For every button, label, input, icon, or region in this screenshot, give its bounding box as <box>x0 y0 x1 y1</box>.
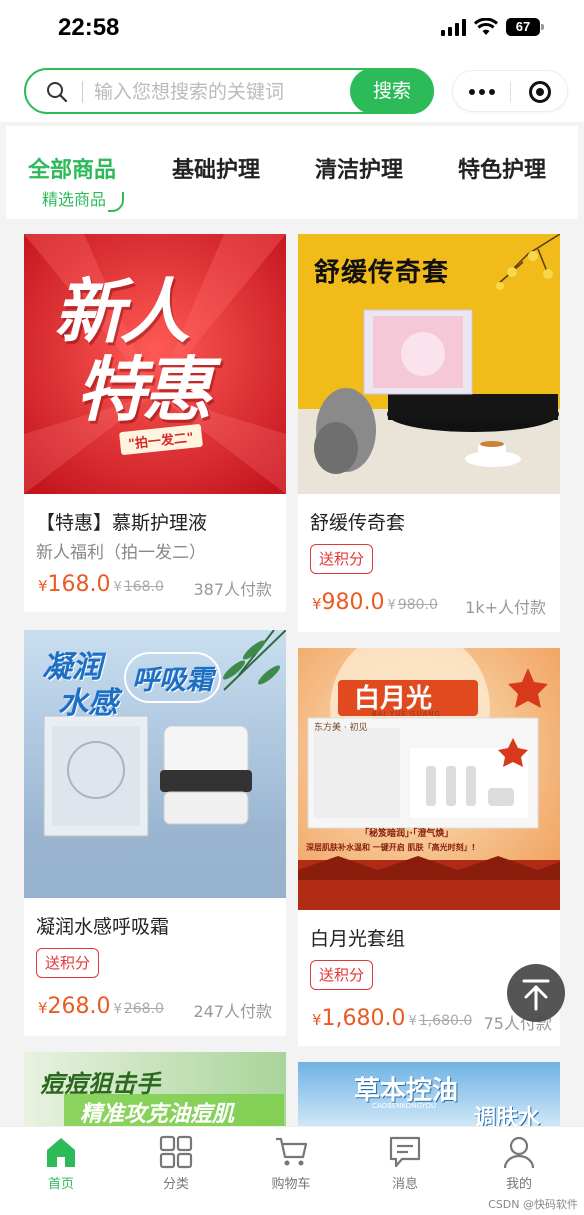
wifi-icon <box>474 18 498 35</box>
image-headline: 痘痘狙击手 <box>40 1070 160 1098</box>
product-card[interactable]: 新人 特惠 "拍一发二" 【特惠】慕斯护理液 新人福利（拍一发二） ¥168.0… <box>24 234 286 612</box>
mini-program-capsule <box>452 70 568 112</box>
signal-icon <box>441 18 466 36</box>
search-divider <box>82 81 83 103</box>
status-icons: 67 <box>441 18 544 36</box>
grid-icon <box>159 1135 193 1169</box>
category-tabs: 全部商品 基础护理 清洁护理 特色护理 精选商品 <box>6 126 578 219</box>
product-price: 168.0 <box>47 572 111 597</box>
product-image: 新人 特惠 "拍一发二" <box>24 234 286 494</box>
product-image: 草本控油 CAOBENKONGYOU 调肤水 <box>298 1062 560 1126</box>
product-image: 白月光 BAI YUE GUANG 东方美 · 初见 「秘笈暗润」·「澄气焕」 … <box>298 648 560 910</box>
product-name: 白月光套组 <box>310 928 406 950</box>
image-tagline: 东方美 · 初见 <box>314 723 368 733</box>
product-price: 268.0 <box>47 994 111 1019</box>
tab-cleansing-care[interactable]: 清洁护理 <box>315 152 403 184</box>
tabbar-label: 分类 <box>162 1177 189 1192</box>
tab-special-care[interactable]: 特色护理 <box>458 152 546 184</box>
home-icon <box>47 1138 75 1167</box>
price-row: ¥980.0 ¥980.0 <box>312 590 438 615</box>
battery-icon: 67 <box>506 18 544 36</box>
tabbar-label: 消息 <box>391 1177 418 1192</box>
product-subtitle: 新人福利（拍一发二） <box>36 543 206 563</box>
product-old-price: 268.0 <box>123 1001 164 1017</box>
cart-icon <box>276 1137 308 1166</box>
tabbar-item-profile[interactable]: 我的 <box>474 1133 564 1193</box>
image-banner: 「秘笈暗润」·「澄气焕」 <box>360 829 454 839</box>
image-caption: 深层肌肤补水温和 一键开启 肌肤「高光时刻」! <box>306 843 476 852</box>
old-price-symbol: ¥ <box>387 598 396 613</box>
price-symbol: ¥ <box>38 999 48 1017</box>
status-bar: 22:58 67 <box>0 0 584 60</box>
product-card[interactable]: 痘痘狙击手 精准攻克油痘肌 <box>24 1052 286 1126</box>
product-image: 痘痘狙击手 精准攻克油痘肌 <box>24 1052 286 1126</box>
product-old-price: 1,680.0 <box>418 1013 473 1029</box>
search-box[interactable]: 搜索 <box>24 68 434 114</box>
product-image: 舒缓传奇套 <box>298 234 560 494</box>
more-icon[interactable] <box>469 89 495 95</box>
image-headline-2: 调肤水 <box>474 1106 541 1126</box>
image-subtitle: BAI YUE GUANG <box>372 710 441 718</box>
old-price-symbol: ¥ <box>408 1014 417 1029</box>
sold-count: 1k+人付款 <box>465 598 546 617</box>
product-price: 980.0 <box>321 590 385 615</box>
product-old-price: 980.0 <box>397 597 438 613</box>
points-tag: 送积分 <box>310 544 374 574</box>
product-image: 凝润 水感 呼吸霜 <box>24 630 286 898</box>
product-old-price: 168.0 <box>123 579 164 595</box>
price-symbol: ¥ <box>312 595 322 613</box>
tabbar-item-cart[interactable]: 购物车 <box>246 1133 336 1193</box>
image-headline-2: 精准攻克油痘肌 <box>80 1102 235 1126</box>
image-headline-2: 特惠 <box>76 349 212 431</box>
close-target-icon[interactable] <box>529 81 551 103</box>
product-card[interactable]: 草本控油 CAOBENKONGYOU 调肤水 <box>298 1062 560 1126</box>
user-icon <box>503 1136 535 1169</box>
old-price-symbol: ¥ <box>113 580 122 595</box>
product-card[interactable]: 凝润 水感 呼吸霜 凝润水感呼吸霜 送积分 ¥268.0 ¥268.0 247人付… <box>24 630 286 1036</box>
search-bar: 搜索 <box>0 60 584 122</box>
tabbar-label: 首页 <box>47 1177 74 1192</box>
product-name: 舒缓传奇套 <box>310 512 406 534</box>
image-headline-2: 水感 <box>58 686 118 721</box>
tab-all-products[interactable]: 全部商品 <box>28 152 116 184</box>
product-name: 凝润水感呼吸霜 <box>36 916 170 938</box>
tabbar-item-home[interactable]: 首页 <box>16 1133 106 1193</box>
sold-count: 387人付款 <box>193 580 272 599</box>
tabbar-label: 我的 <box>505 1177 532 1192</box>
points-tag: 送积分 <box>36 948 100 978</box>
search-button[interactable]: 搜索 <box>350 68 434 114</box>
arrow-up-icon <box>522 979 550 1011</box>
image-headline-3: 呼吸霜 <box>124 652 221 703</box>
points-tag: 送积分 <box>310 960 374 990</box>
tabbar-item-messages[interactable]: 消息 <box>360 1133 450 1193</box>
old-price-symbol: ¥ <box>113 1002 122 1017</box>
back-to-top-button[interactable] <box>507 964 565 1022</box>
tab-indicator <box>108 192 124 212</box>
status-time: 22:58 <box>58 14 120 41</box>
price-row: ¥168.0 ¥168.0 <box>38 572 164 597</box>
search-input[interactable] <box>94 79 344 105</box>
tab-basic-care[interactable]: 基础护理 <box>172 152 260 184</box>
product-name: 【特惠】慕斯护理液 <box>36 512 208 534</box>
price-row: ¥1,680.0 ¥1,680.0 <box>312 1006 472 1031</box>
search-icon <box>47 82 68 103</box>
price-row: ¥268.0 ¥268.0 <box>38 994 164 1019</box>
tabbar-label: 购物车 <box>271 1177 311 1192</box>
tabbar-item-category[interactable]: 分类 <box>131 1133 221 1193</box>
sold-count: 247人付款 <box>193 1002 272 1021</box>
price-symbol: ¥ <box>38 577 48 595</box>
image-subtitle: CAOBENKONGYOU <box>372 1102 437 1110</box>
active-tab-subtitle: 精选商品 <box>42 190 107 209</box>
price-symbol: ¥ <box>312 1011 322 1029</box>
product-card[interactable]: 舒缓传奇套 舒缓传奇套 送积分 ¥980.0 ¥980.0 1k+人付款 <box>298 234 560 632</box>
message-icon <box>389 1136 421 1168</box>
product-price: 1,680.0 <box>321 1006 406 1031</box>
watermark: CSDN @快码软件 <box>488 1198 578 1211</box>
image-headline: 舒缓传奇套 <box>314 258 450 288</box>
